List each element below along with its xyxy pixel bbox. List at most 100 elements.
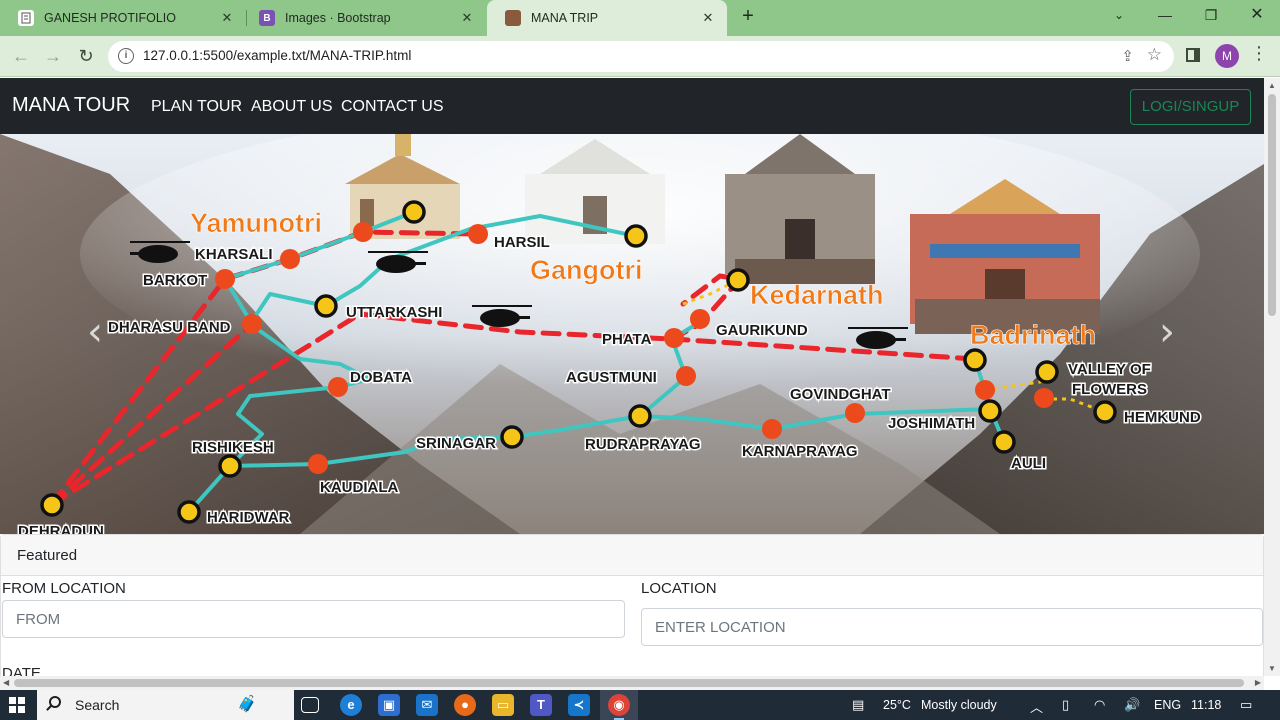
teams-icon[interactable]: T: [530, 694, 552, 716]
scroll-down-icon[interactable]: ▼: [1268, 664, 1276, 673]
battery-icon[interactable]: ▯: [1062, 697, 1069, 713]
tab-ganesh-portfolio[interactable]: GANESH PROTIFOLIO ✕: [0, 0, 246, 36]
site-navbar: MANA TOUR PLAN TOUR ABOUT US CONTACT US …: [0, 78, 1264, 134]
search-text: Search: [75, 697, 120, 713]
store-icon[interactable]: ▣: [378, 694, 400, 716]
tab-mana-trip[interactable]: MANA TRIP ✕: [487, 0, 727, 36]
login-signup-button[interactable]: LOGI/SINGUP: [1130, 89, 1251, 125]
scroll-right-icon[interactable]: ▶: [1255, 678, 1261, 687]
weather-description[interactable]: Mostly cloudy: [921, 698, 997, 712]
browser-toolbar: ← → ↻ i 127.0.0.1:5500/example.txt/MANA-…: [0, 36, 1280, 77]
address-bar[interactable]: i 127.0.0.1:5500/example.txt/MANA-TRIP.h…: [108, 41, 1174, 72]
mail-icon[interactable]: ✉: [416, 694, 438, 716]
weather-icon[interactable]: ▤: [852, 697, 864, 713]
dham-title: Gangotri: [530, 255, 643, 285]
search-icon: [49, 696, 61, 708]
url-text: 127.0.0.1:5500/example.txt/MANA-TRIP.htm…: [143, 48, 412, 63]
tab-images-bootstrap[interactable]: B Images · Bootstrap ✕: [241, 0, 486, 36]
side-panel-icon[interactable]: [1186, 48, 1200, 62]
enter-location-input[interactable]: ENTER LOCATION: [641, 608, 1263, 646]
scroll-up-icon[interactable]: ▲: [1268, 81, 1276, 90]
wifi-icon[interactable]: ◠: [1094, 697, 1105, 713]
from-location-label: FROM LOCATION: [2, 580, 126, 597]
horizontal-scrollbar[interactable]: ◀ ▶: [0, 676, 1264, 690]
tab-close-icon[interactable]: ✕: [216, 10, 238, 26]
place-label: VALLEY OF: [1068, 361, 1151, 378]
place-label: AULI: [1011, 455, 1046, 472]
place-label: RISHIKESH: [192, 439, 274, 456]
browser-tab-strip: GANESH PROTIFOLIO ✕ B Images · Bootstrap…: [0, 0, 1280, 36]
vscode-icon[interactable]: ≺: [568, 694, 590, 716]
clock[interactable]: 11:18: [1191, 698, 1221, 712]
carousel-prev-button[interactable]: ‹: [80, 312, 110, 354]
temple-image-icon: [505, 10, 521, 26]
volume-icon[interactable]: 🔊: [1124, 697, 1140, 713]
place-label: FLOWERS: [1072, 381, 1147, 398]
carousel-next-button[interactable]: ›: [1152, 312, 1182, 354]
place-label: RUDRAPRAYAG: [585, 436, 701, 453]
search-highlight-icon: 🧳: [237, 696, 257, 713]
show-hidden-icons-chevron-icon[interactable]: ︿: [1030, 697, 1043, 716]
place-label: AGUSTMUNI: [566, 369, 657, 386]
place-label: JOSHIMATH: [888, 415, 975, 432]
place-label: PHATA: [602, 331, 652, 348]
weather-temperature[interactable]: 25°C: [883, 698, 911, 712]
tab-close-icon[interactable]: ✕: [456, 10, 478, 26]
nav-about-us[interactable]: ABOUT US: [251, 98, 333, 116]
place-label: KHARSALI: [195, 246, 273, 263]
bootstrap-icon: B: [259, 10, 275, 26]
date-label: DATE: [2, 665, 41, 676]
scroll-left-icon[interactable]: ◀: [3, 678, 9, 687]
task-view-icon[interactable]: [301, 697, 319, 713]
dham-title: Yamunotri: [190, 208, 322, 238]
site-brand[interactable]: MANA TOUR: [12, 94, 130, 117]
windows-taskbar: Search 🧳 e ▣ ✉ ● ▭ T ≺ ◉ ▤ 25°C Mostly c…: [0, 690, 1280, 720]
nav-plan-tour[interactable]: PLAN TOUR: [151, 98, 242, 116]
minimize-button[interactable]: —: [1142, 0, 1188, 32]
hero-carousel: Yamunotri Gangotri Kedarnath Badrinath K…: [0, 134, 1264, 534]
place-label: KAUDIALA: [320, 479, 398, 496]
tab-close-icon[interactable]: ✕: [697, 10, 719, 26]
profile-avatar[interactable]: M: [1215, 44, 1239, 68]
new-tab-button[interactable]: +: [737, 6, 759, 28]
from-location-input[interactable]: FROM: [2, 600, 625, 638]
file-explorer-icon[interactable]: ▭: [492, 694, 514, 716]
dham-title: Kedarnath: [750, 280, 884, 310]
share-icon[interactable]: ⇪: [1121, 47, 1134, 65]
scrollbar-thumb[interactable]: [1268, 94, 1276, 316]
place-label: DOBATA: [350, 369, 412, 386]
tab-search-chevron-icon[interactable]: ⌄: [1096, 0, 1142, 32]
location-label: LOCATION: [641, 580, 717, 597]
firefox-icon[interactable]: ●: [454, 694, 476, 716]
edge-icon[interactable]: e: [340, 694, 362, 716]
nav-contact-us[interactable]: CONTACT US: [341, 98, 444, 116]
page-viewport: MANA TOUR PLAN TOUR ABOUT US CONTACT US …: [0, 78, 1264, 676]
browser-menu-icon[interactable]: ⋮: [1250, 43, 1268, 64]
place-label: HARSIL: [494, 234, 550, 251]
reload-button[interactable]: ↻: [73, 44, 99, 70]
place-label: BARKOT: [143, 272, 207, 289]
tab-title: Images · Bootstrap: [285, 11, 391, 25]
language-indicator[interactable]: ENG: [1154, 698, 1181, 712]
chrome-icon[interactable]: ◉: [608, 694, 630, 720]
back-button[interactable]: ←: [8, 44, 34, 70]
notification-icon[interactable]: ▭: [1240, 697, 1252, 713]
place-label: UTTARKASHI: [346, 304, 442, 321]
bookmark-star-icon[interactable]: ☆: [1147, 45, 1162, 65]
forward-button[interactable]: →: [40, 44, 66, 70]
place-label: DHARASU BAND: [108, 319, 231, 336]
taskbar-search-box[interactable]: Search 🧳: [37, 690, 294, 720]
close-window-button[interactable]: ✕: [1234, 0, 1280, 32]
tab-title: GANESH PROTIFOLIO: [44, 11, 176, 25]
place-label: KARNAPRAYAG: [742, 443, 858, 460]
place-label: SRINAGAR: [416, 435, 496, 452]
windows-start-icon[interactable]: [9, 697, 25, 713]
site-info-icon[interactable]: i: [118, 48, 134, 64]
place-label: GOVINDGHAT: [790, 386, 891, 403]
restore-button[interactable]: ❐: [1188, 0, 1234, 32]
scrollbar-thumb[interactable]: [14, 679, 1244, 687]
vertical-scrollbar[interactable]: ▲ ▼: [1264, 78, 1280, 676]
document-icon: [18, 10, 34, 26]
tab-title: MANA TRIP: [531, 11, 599, 25]
place-label: HEMKUND: [1124, 409, 1201, 426]
